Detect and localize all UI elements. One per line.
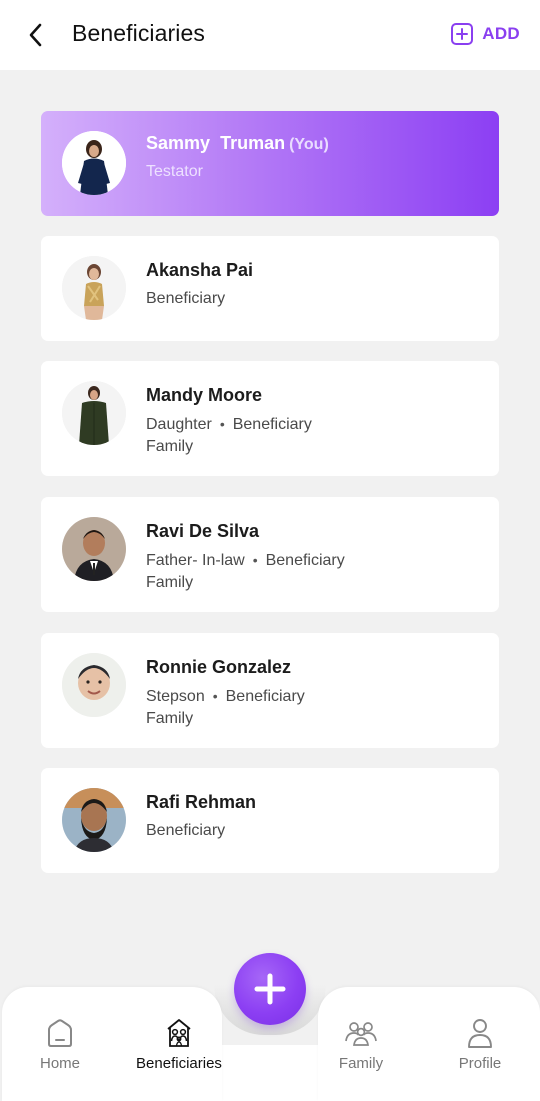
first-name: Sammy: [146, 133, 211, 153]
relation-type: Stepson: [146, 688, 205, 705]
nav-label-profile: Profile: [458, 1055, 502, 1072]
person-relation: Stepson • Beneficiary Family: [146, 685, 305, 730]
page-title: Beneficiaries: [72, 20, 205, 46]
chevron-left-icon: [29, 23, 42, 47]
add-label: ADD: [482, 24, 520, 43]
plus-square-icon: [451, 23, 474, 45]
add-button[interactable]: ADD: [450, 22, 520, 46]
person-name: Ravi De Silva: [146, 521, 260, 541]
plus-icon: [254, 973, 286, 1005]
relation-type: Daughter: [146, 416, 212, 433]
app-header: Beneficiaries ADD: [0, 0, 540, 70]
relation-role: Beneficiary: [225, 688, 305, 705]
relation-type: Beneficiary: [146, 822, 226, 839]
avatar: [62, 517, 126, 581]
nav-item-profile[interactable]: Profile: [430, 1015, 530, 1072]
beneficiary-card[interactable]: Mandy Moore Daughter • Beneficiary Family: [41, 361, 499, 476]
nav-item-beneficiaries[interactable]: Beneficiaries: [129, 1015, 229, 1072]
separator-dot: •: [212, 688, 218, 704]
avatar: [62, 381, 126, 445]
relation-type: Father- In-law: [146, 552, 245, 569]
relation-type: Beneficiary: [146, 290, 226, 307]
relation-group: Family: [146, 710, 194, 727]
person-name: Mandy Moore: [146, 385, 263, 405]
person-name: Akansha Pai: [146, 260, 254, 280]
beneficiary-card[interactable]: Rafi Rehman Beneficiary: [41, 768, 499, 873]
nav-label-home: Home: [39, 1055, 80, 1072]
person-role: Testator: [146, 163, 203, 180]
nav-label-family: Family: [338, 1055, 384, 1072]
beneficiary-card[interactable]: Ronnie Gonzalez Stepson • Beneficiary Fami…: [41, 633, 499, 748]
user-icon: [468, 1019, 492, 1048]
nav-label-beneficiaries: Beneficiaries: [136, 1055, 222, 1072]
relation-role: Beneficiary: [265, 552, 345, 569]
beneficiary-card-self[interactable]: Sammy Truman (You) Testator: [41, 111, 499, 216]
person-name: Sammy Truman (You): [146, 133, 329, 154]
beneficiary-card[interactable]: Akansha Pai Beneficiary: [41, 236, 499, 341]
nav-item-family[interactable]: Family: [311, 1015, 411, 1072]
family-house-icon: [167, 1019, 191, 1047]
person-relation: Beneficiary: [146, 820, 225, 842]
fab-add-button[interactable]: [234, 953, 306, 1025]
avatar: [62, 653, 126, 717]
person-name: Ronnie Gonzalez: [146, 657, 292, 677]
nav-item-home[interactable]: Home: [10, 1015, 110, 1072]
relation-group: Family: [146, 438, 194, 455]
you-tag: (You): [289, 136, 329, 153]
avatar: [62, 131, 126, 195]
relation-group: Family: [146, 574, 194, 591]
screen: Beneficiaries ADD Sammy Truman (You) Test…: [0, 0, 540, 1101]
person-name: Rafi Rehman: [146, 792, 257, 812]
avatar: [62, 256, 126, 320]
person-relation: Father- In-law • Beneficiary Family: [146, 549, 345, 594]
home-icon: [48, 1019, 72, 1047]
avatar: [62, 788, 126, 852]
relation-role: Beneficiary: [232, 416, 312, 433]
last-name: Truman: [220, 133, 286, 153]
person-relation: Beneficiary: [146, 288, 225, 310]
separator-dot: •: [252, 552, 258, 568]
beneficiary-card[interactable]: Ravi De Silva Father- In-law • Beneficiary…: [41, 497, 499, 612]
people-group-icon: [345, 1022, 377, 1046]
back-button[interactable]: [22, 20, 50, 50]
person-relation: Daughter • Beneficiary Family: [146, 413, 312, 458]
separator-dot: •: [219, 416, 225, 432]
